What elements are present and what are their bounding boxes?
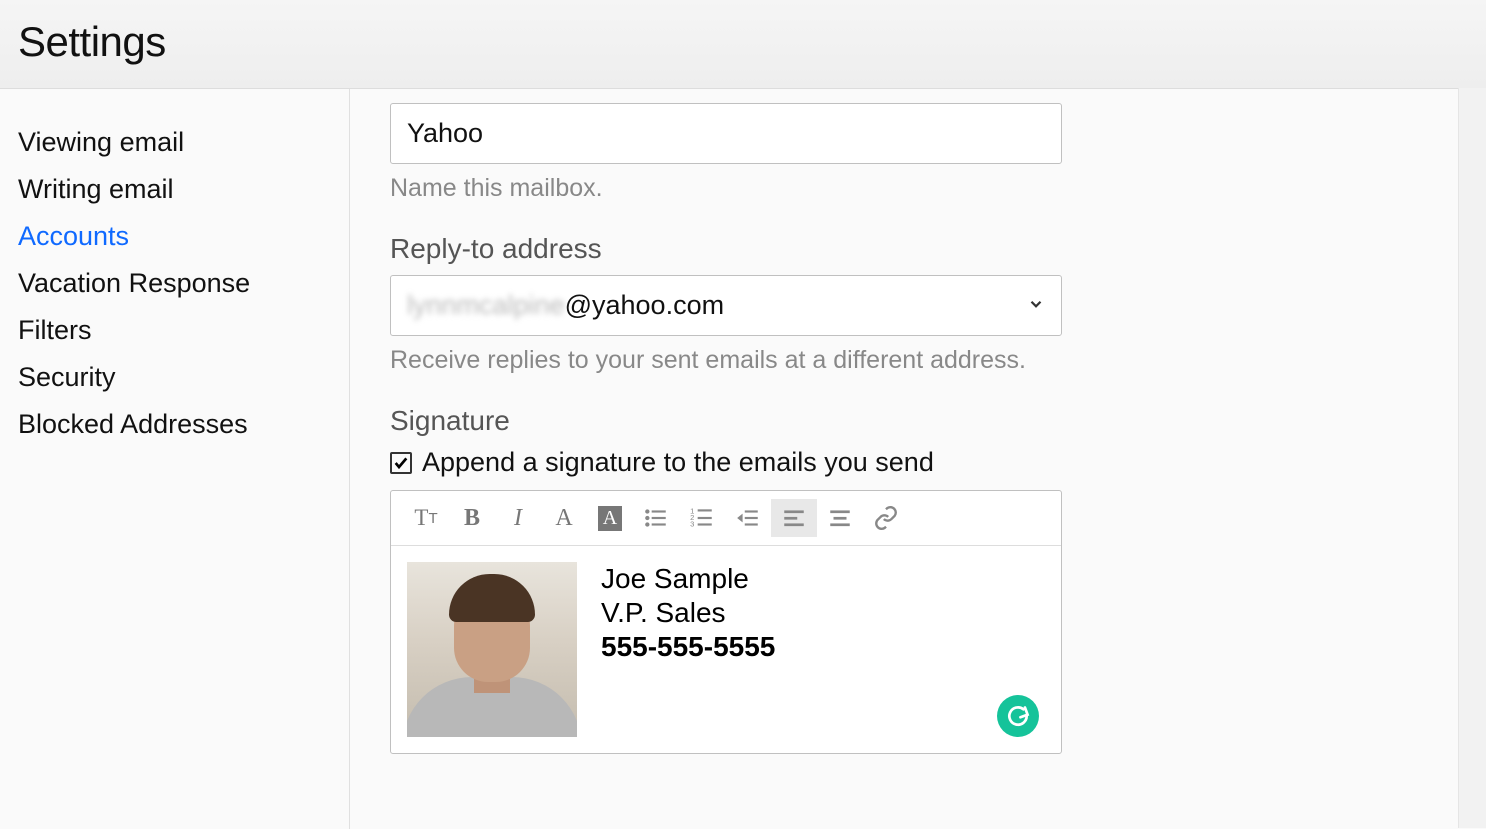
reply-to-helper-text: Receive replies to your sent emails at a… xyxy=(390,346,1062,375)
vertical-scrollbar[interactable] xyxy=(1458,88,1486,828)
mailbox-name-input[interactable] xyxy=(390,103,1062,164)
main-layout: Viewing email Writing email Accounts Vac… xyxy=(0,89,1486,829)
sidebar-item-accounts[interactable]: Accounts xyxy=(18,213,349,260)
grammarly-icon[interactable] xyxy=(997,695,1039,737)
italic-icon[interactable]: I xyxy=(495,499,541,537)
svg-text:3: 3 xyxy=(690,520,694,529)
highlight-icon[interactable]: A xyxy=(587,499,633,537)
numbered-list-icon[interactable]: 123 xyxy=(679,499,725,537)
align-center-icon[interactable] xyxy=(817,499,863,537)
reply-to-email-local: lynnmcalpine xyxy=(407,290,565,320)
link-icon[interactable] xyxy=(863,499,909,537)
reply-to-select[interactable]: lynnmcalpine@yahoo.com xyxy=(390,275,1062,336)
signature-content-area[interactable]: Joe Sample V.P. Sales 555-555-5555 xyxy=(391,546,1061,753)
form-section: Name this mailbox. Reply-to address lynn… xyxy=(390,103,1062,754)
sidebar-item-blocked-addresses[interactable]: Blocked Addresses xyxy=(18,401,349,448)
text-size-icon[interactable]: TT xyxy=(403,499,449,537)
signature-label: Signature xyxy=(390,405,1062,437)
settings-sidebar: Viewing email Writing email Accounts Vac… xyxy=(0,89,350,829)
align-left-icon[interactable] xyxy=(771,499,817,537)
sidebar-item-writing-email[interactable]: Writing email xyxy=(18,166,349,213)
reply-to-value: lynnmcalpine@yahoo.com xyxy=(407,290,724,321)
sidebar-item-viewing-email[interactable]: Viewing email xyxy=(18,119,349,166)
sidebar-item-vacation-response[interactable]: Vacation Response xyxy=(18,260,349,307)
chevron-down-icon xyxy=(1027,293,1045,319)
signature-editor: TT B I A A 123 xyxy=(390,490,1062,754)
sidebar-item-security[interactable]: Security xyxy=(18,354,349,401)
page-title: Settings xyxy=(18,18,1468,66)
bullet-list-icon[interactable] xyxy=(633,499,679,537)
editor-toolbar: TT B I A A 123 xyxy=(391,491,1061,546)
signature-text-block: Joe Sample V.P. Sales 555-555-5555 xyxy=(601,562,775,737)
signature-name: Joe Sample xyxy=(601,562,775,596)
reply-to-email-domain: @yahoo.com xyxy=(565,290,724,320)
signature-checkbox-row: Append a signature to the emails you sen… xyxy=(390,447,1062,478)
signature-avatar-image xyxy=(407,562,577,737)
bold-icon[interactable]: B xyxy=(449,499,495,537)
append-signature-checkbox[interactable] xyxy=(390,452,412,474)
signature-phone: 555-555-5555 xyxy=(601,630,775,664)
append-signature-label: Append a signature to the emails you sen… xyxy=(422,447,934,478)
settings-header: Settings xyxy=(0,0,1486,89)
settings-content: Name this mailbox. Reply-to address lynn… xyxy=(350,89,1486,829)
text-color-icon[interactable]: A xyxy=(541,499,587,537)
reply-to-label: Reply-to address xyxy=(390,233,1062,265)
sidebar-item-filters[interactable]: Filters xyxy=(18,307,349,354)
signature-title: V.P. Sales xyxy=(601,596,775,630)
mailbox-helper-text: Name this mailbox. xyxy=(390,174,1062,203)
indent-icon[interactable] xyxy=(725,499,771,537)
